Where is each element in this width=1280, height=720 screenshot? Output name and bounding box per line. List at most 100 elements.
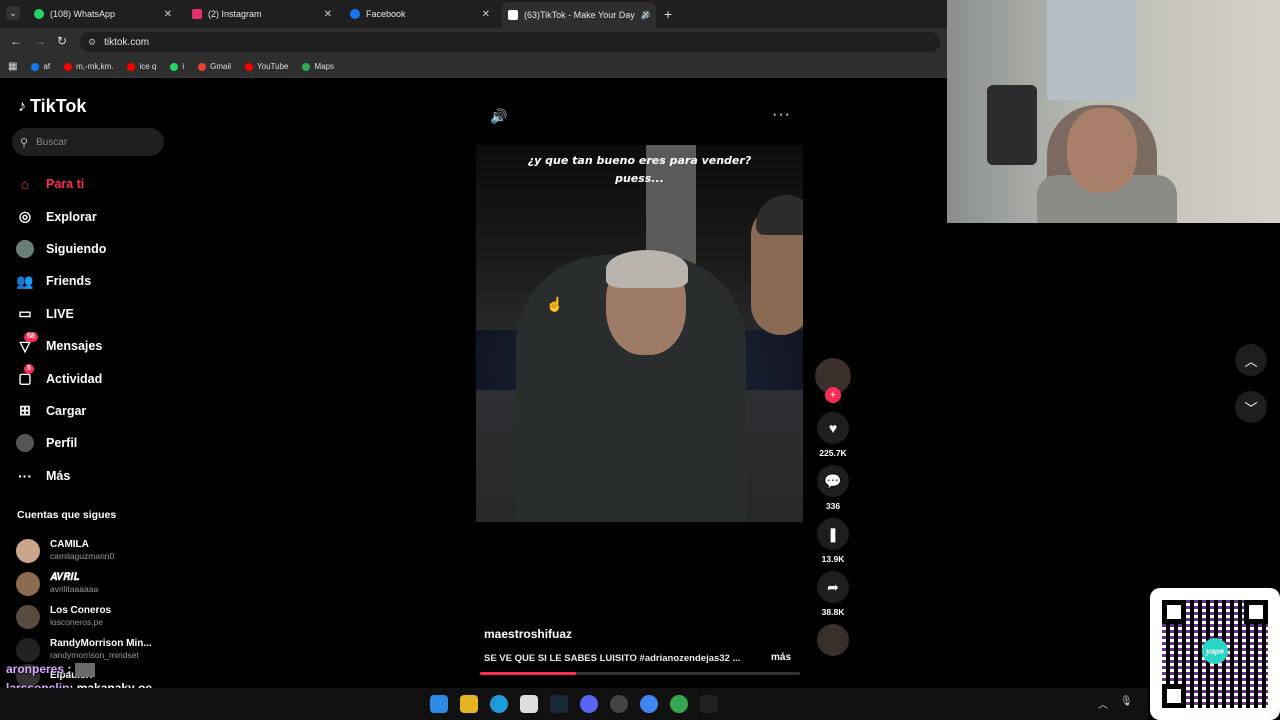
back-icon[interactable]: ← (10, 34, 22, 48)
new-tab-button[interactable]: + (664, 6, 672, 22)
live-icon: ▭ (18, 305, 32, 322)
comment-count: 336 (825, 501, 841, 511)
close-icon[interactable]: ✕ (642, 10, 650, 21)
app-icon[interactable] (700, 695, 718, 713)
bookmark-label: ice q (139, 62, 157, 71)
nav-label: Perfil (46, 436, 78, 451)
address-bar-row: ← → ↻ ⚙ tiktok.com (0, 28, 947, 56)
save-button[interactable]: ❚ 13.9K (815, 518, 851, 564)
site-info-icon[interactable]: ⚙ (88, 37, 96, 48)
search-placeholder: Buscar (36, 136, 68, 148)
tab-instagram[interactable]: (2) Instagram ✕ (186, 4, 338, 24)
webcam-overlay (947, 0, 1280, 223)
like-button[interactable]: ♥ 225.7K (815, 412, 851, 458)
bookmark-icon: ❚ (817, 518, 849, 550)
close-icon[interactable]: ✕ (164, 9, 172, 20)
more-description-link[interactable]: más (771, 652, 791, 663)
video-author[interactable]: maestroshifuaz (484, 627, 572, 641)
bookmark-item[interactable]: Gmail (198, 62, 231, 71)
caption-line: ¿y que tan bueno eres para vender? (527, 154, 752, 167)
sidebar-item-actividad[interactable]: ▢ 5 Actividad (16, 362, 166, 394)
logo-text: TikTok (30, 96, 87, 116)
url-field[interactable]: ⚙ tiktok.com (80, 32, 940, 52)
store-icon[interactable] (520, 695, 538, 713)
sound-avatar[interactable] (817, 624, 849, 656)
windows-start-icon[interactable] (430, 695, 448, 713)
previous-video-button[interactable]: ︿ (1235, 344, 1267, 376)
sidebar-item-perfil[interactable]: Perfil (16, 427, 166, 459)
video-player[interactable] (476, 145, 803, 522)
chrome-icon[interactable] (670, 695, 688, 713)
like-count: 225.7K (819, 448, 847, 458)
instagram-icon (192, 9, 202, 19)
volume-icon[interactable]: 🔊 (490, 108, 507, 125)
following-account[interactable]: CAMILA camilaguzmann0 (16, 534, 166, 567)
friends-icon: 👥 (16, 272, 34, 289)
facebook-icon (31, 62, 40, 71)
video-progress-bar[interactable] (480, 672, 800, 675)
tiktok-logo[interactable]: ♪ TikTok (18, 96, 86, 117)
microphone-icon[interactable]: 🎙 (1120, 696, 1133, 711)
tab-tiktok[interactable]: (63)TikTok - Make Your Day 🔊 ✕ (502, 2, 656, 28)
sidebar-item-mas[interactable]: ··· Más (16, 460, 166, 492)
share-count: 38.8K (821, 607, 845, 617)
edge-icon[interactable] (490, 695, 508, 713)
chevron-up-icon[interactable]: ︿ (1098, 696, 1108, 711)
follow-plus-icon[interactable]: + (825, 387, 841, 403)
whatsapp-icon (170, 62, 179, 71)
youtube-icon (64, 62, 73, 71)
file-explorer-icon[interactable] (460, 695, 478, 713)
search-input[interactable]: ⚲ Buscar (12, 128, 164, 156)
close-icon[interactable]: ✕ (482, 9, 490, 20)
forward-icon[interactable]: → (34, 34, 46, 48)
bookmark-item[interactable]: YouTube (245, 62, 288, 71)
sidebar-item-para-ti[interactable]: ⌂ Para ti (16, 168, 166, 200)
mouse-cursor-icon: ☝ (546, 296, 564, 312)
home-icon: ⌂ (20, 176, 30, 193)
youtube-icon (127, 62, 136, 71)
app-icon[interactable] (610, 695, 628, 713)
chrome-icon[interactable] (640, 695, 658, 713)
tab-title: (63)TikTok - Make Your Day (524, 10, 635, 20)
nav-label: Explorar (46, 209, 97, 224)
profile-icon (16, 434, 34, 453)
apps-grid-icon[interactable]: ▦ (8, 61, 17, 72)
tiktok-icon (508, 10, 518, 20)
following-account[interactable]: Los Coneros losconeros.pe (16, 600, 166, 633)
close-icon[interactable]: ✕ (324, 9, 332, 20)
video-description: SE VE QUE SI LE SABES LUISITO #adrianoze… (484, 653, 741, 664)
tab-whatsapp[interactable]: (108) WhatsApp ✕ (28, 4, 178, 24)
share-button[interactable]: ➦ 38.8K (815, 571, 851, 617)
browser-tab-bar: ⌄ (108) WhatsApp ✕ (2) Instagram ✕ Faceb… (0, 0, 947, 28)
bookmark-item[interactable]: Maps (302, 62, 334, 71)
discord-icon[interactable] (580, 695, 598, 713)
tab-search-button[interactable]: ⌄ (6, 6, 20, 20)
bookmark-item[interactable]: m,-mk,km. (64, 62, 113, 71)
system-tray: ︿ 🎙 (1098, 696, 1133, 711)
more-icon: ··· (18, 467, 32, 484)
reload-icon[interactable]: ↻ (57, 34, 67, 48)
maps-pin-icon (302, 62, 311, 71)
following-account[interactable]: 𝑨𝑽𝑹𝑰𝑳 avrilitaaaaaa (16, 567, 166, 600)
steam-icon[interactable] (550, 695, 568, 713)
more-options-icon[interactable]: ··· (772, 106, 791, 124)
chevron-down-icon: ﹀ (1244, 400, 1258, 416)
qr-pattern: yape (1162, 600, 1268, 708)
bookmark-item[interactable]: ice q (127, 62, 156, 71)
creator-avatar[interactable]: + (815, 358, 851, 403)
tab-facebook[interactable]: Facebook ✕ (344, 4, 496, 24)
screen: ⌄ (108) WhatsApp ✕ (2) Instagram ✕ Faceb… (0, 0, 1280, 720)
tab-title: Facebook (366, 9, 406, 19)
sidebar-item-live[interactable]: ▭ LIVE (16, 298, 166, 330)
sidebar-item-siguiendo[interactable]: Siguiendo (16, 233, 166, 265)
bookmark-item[interactable]: i (170, 62, 184, 71)
sidebar-item-cargar[interactable]: ⊞ Cargar (16, 395, 166, 427)
sidebar-item-friends[interactable]: 👥 Friends (16, 265, 166, 297)
sidebar-item-mensajes[interactable]: ▽ 58 Mensajes (16, 330, 166, 362)
bookmark-item[interactable]: af (31, 62, 50, 71)
sidebar-item-explorar[interactable]: ◎ Explorar (16, 200, 166, 232)
comment-button[interactable]: 💬 336 (815, 465, 851, 511)
video-second-person-cap (756, 195, 803, 235)
chat-text: : (67, 662, 72, 676)
next-video-button[interactable]: ﹀ (1235, 391, 1267, 423)
